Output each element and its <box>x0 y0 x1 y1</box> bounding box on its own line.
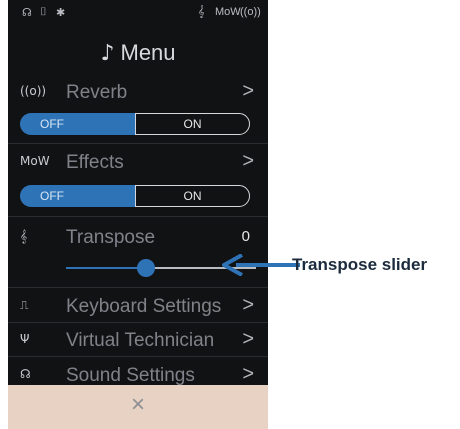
reverb-status-icon: ((o)) <box>240 6 261 18</box>
menu-title: ♪ Menu <box>8 40 268 66</box>
close-icon[interactable]: × <box>8 391 268 419</box>
reverb-toggle[interactable]: OFF ON <box>20 113 250 135</box>
transpose-status-icon: 𝄞 <box>198 6 205 18</box>
treble-clef-icon: 𝄞 <box>20 229 28 243</box>
divider <box>8 356 268 357</box>
music-note-icon: ♪ <box>100 41 115 66</box>
chevron-right-icon[interactable]: > <box>242 328 254 351</box>
divider <box>8 143 268 144</box>
slider-thumb[interactable] <box>137 259 155 277</box>
chevron-right-icon[interactable]: > <box>242 150 254 173</box>
transpose-value: 0 <box>241 228 250 245</box>
effects-on-option[interactable]: ON <box>135 185 250 207</box>
divider <box>8 287 268 288</box>
callout-arrow <box>222 254 300 276</box>
transpose-slider-callout: Transpose slider <box>292 255 428 274</box>
transpose-label: Transpose <box>66 227 156 248</box>
divider <box>8 216 268 217</box>
reverb-icon: ((o)) <box>20 84 47 98</box>
chevron-right-icon[interactable]: > <box>242 294 254 317</box>
technician-icon: Ψ <box>20 332 30 346</box>
keyboard-icon: ⎍ <box>20 298 29 312</box>
menu-item-reverb[interactable]: ((o)) Reverb > <box>20 80 254 108</box>
usb-icon: ⌷ <box>40 6 47 18</box>
bottom-close-bar[interactable]: × <box>8 385 268 429</box>
menu-title-label: Menu <box>120 40 176 65</box>
divider <box>8 322 268 323</box>
effects-toggle[interactable]: OFF ON <box>20 185 250 207</box>
slider-fill <box>66 267 146 269</box>
menu-item-keyboard-settings[interactable]: ⎍ Keyboard Settings > <box>20 294 254 322</box>
chevron-right-icon[interactable]: > <box>242 363 254 386</box>
reverb-on-option[interactable]: ON <box>135 113 250 135</box>
status-bar: ☊ ⌷ ✱ 𝄞 MoW ((o)) <box>22 6 261 24</box>
phone-screen: ☊ ⌷ ✱ 𝄞 MoW ((o)) ♪ Menu ((o)) Reverb > O… <box>8 0 268 429</box>
reverb-label: Reverb <box>66 82 128 103</box>
virtual-technician-label: Virtual Technician <box>66 330 215 351</box>
headphones-icon: ☊ <box>22 7 32 19</box>
headphones-icon: ☊ <box>20 367 31 381</box>
keyboard-settings-label: Keyboard Settings <box>66 296 222 317</box>
effects-off-option[interactable]: OFF <box>20 185 135 207</box>
menu-item-virtual-technician[interactable]: Ψ Virtual Technician > <box>20 328 254 356</box>
effects-status-icon: MoW <box>215 6 241 18</box>
sound-settings-label: Sound Settings <box>66 365 195 386</box>
effects-icon: MoW <box>20 154 50 168</box>
chevron-right-icon[interactable]: > <box>242 80 254 103</box>
reverb-off-option[interactable]: OFF <box>20 113 135 135</box>
effects-label: Effects <box>66 152 124 173</box>
bluetooth-icon: ✱ <box>56 7 66 19</box>
menu-item-transpose: 𝄞 Transpose 0 <box>20 225 254 253</box>
menu-item-effects[interactable]: MoW Effects > <box>20 150 254 178</box>
